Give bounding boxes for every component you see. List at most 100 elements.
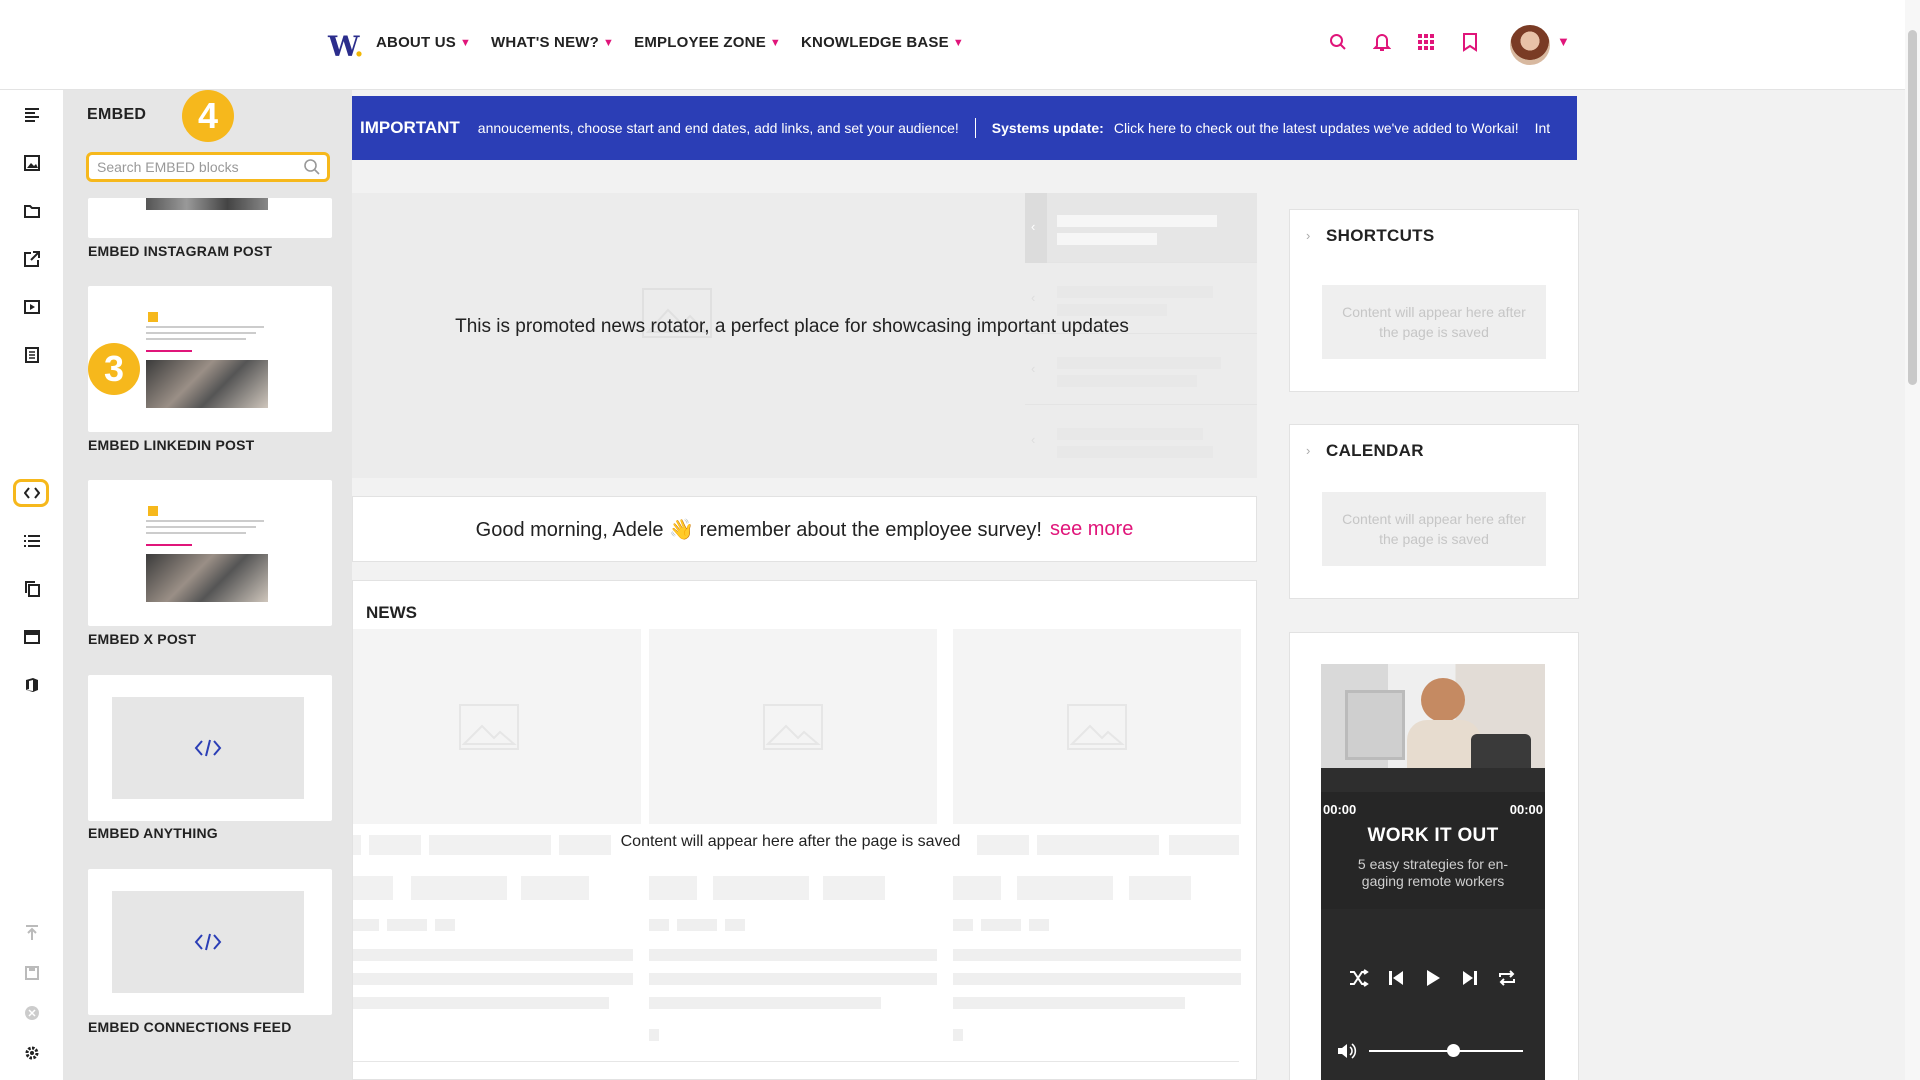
workai-logo[interactable]: W.: [328, 30, 364, 63]
document-list-icon[interactable]: [20, 343, 44, 367]
banner-systems-link[interactable]: Click here to check out the latest updat…: [1114, 120, 1519, 136]
embed-anything-label: EMBED ANYTHING: [88, 825, 218, 841]
step-badge-3: 3: [88, 343, 140, 395]
code-preview: [112, 697, 304, 799]
chevron-down-icon[interactable]: ▼: [1557, 34, 1570, 49]
next-icon[interactable]: [1458, 966, 1482, 990]
image-placeholder-icon: [459, 704, 519, 750]
search-icon[interactable]: [303, 158, 321, 181]
header-actions: [1326, 30, 1482, 54]
volume-slider[interactable]: [1369, 1050, 1523, 1052]
calendar-widget: › CALENDAR Content will appear here afte…: [1289, 424, 1579, 599]
banner-text-more: Int: [1534, 120, 1551, 136]
embed-x-label: EMBED X POST: [88, 631, 197, 647]
banner-divider: [974, 118, 976, 138]
embed-connections-feed-card[interactable]: [88, 869, 332, 1015]
chevron-right-icon[interactable]: ›: [1306, 228, 1310, 243]
paragraph-icon[interactable]: [20, 103, 44, 127]
video-thumbnail[interactable]: [1321, 664, 1545, 792]
top-header: W. ABOUT US ▼ WHAT'S NEW? ▼ EMPLOYEE ZONE ▼…: [0, 0, 1905, 90]
rotator-item[interactable]: ‹: [1025, 193, 1257, 263]
image-placeholder-icon: [763, 704, 823, 750]
chevron-left-icon: ‹: [1031, 432, 1036, 447]
bookmark-icon[interactable]: [1458, 30, 1482, 54]
main-nav: ABOUT US ▼ WHAT'S NEW? ▼ EMPLOYEE ZONE ▼ KN…: [376, 34, 964, 51]
nav-knowledge-base[interactable]: KNOWLEDGE BASE ▼: [801, 34, 964, 51]
avatar[interactable]: [1510, 25, 1550, 65]
rotator-item[interactable]: ‹: [1025, 335, 1257, 405]
calendar-placeholder: Content will appear here after the page …: [1322, 492, 1546, 566]
banner-systems-label: Systems update:: [991, 120, 1104, 136]
player-title: WORK IT OUT: [1367, 825, 1499, 846]
block-category-rail: [0, 90, 64, 1080]
code-icon: [194, 739, 222, 757]
previous-icon[interactable]: [1384, 966, 1408, 990]
chevron-right-icon[interactable]: ›: [1306, 443, 1310, 458]
banner-important: IMPORTANT: [360, 118, 460, 137]
code-preview: [112, 891, 304, 993]
scrollbar-thumb[interactable]: [1908, 30, 1917, 385]
player-controls: [1347, 966, 1519, 990]
nav-about-us[interactable]: ABOUT US ▼: [376, 34, 471, 51]
embed-instagram-label: EMBED INSTAGRAM POST: [88, 243, 273, 259]
news-title: NEWS: [366, 603, 417, 622]
image-icon[interactable]: [20, 151, 44, 175]
panel-title: EMBED: [87, 106, 147, 123]
save-icon[interactable]: [20, 961, 44, 985]
list-icon[interactable]: [20, 529, 44, 553]
search-icon[interactable]: [1326, 30, 1350, 54]
embed-x-card[interactable]: [88, 480, 332, 626]
bell-icon[interactable]: [1370, 30, 1394, 54]
nav-employee-zone[interactable]: EMPLOYEE ZONE ▼: [634, 34, 781, 51]
shuffle-icon[interactable]: [1347, 966, 1371, 990]
step-badge-4: 4: [182, 90, 234, 142]
announcement-banner[interactable]: IMPORTANT annoucements, choose start and…: [352, 96, 1577, 160]
chevron-left-icon: ‹: [1031, 290, 1036, 305]
office-icon[interactable]: [20, 673, 44, 697]
chevron-left-icon: ‹: [1031, 361, 1036, 376]
news-card-placeholder[interactable]: [953, 629, 1241, 824]
media-player: 00:00 00:00 WORK IT OUT 5 easy strategie…: [1321, 664, 1545, 1080]
nav-whats-new[interactable]: WHAT'S NEW? ▼: [491, 34, 614, 51]
embed-anything-card[interactable]: [88, 675, 332, 821]
volume-icon[interactable]: [1337, 1042, 1357, 1065]
time-total: 00:00: [1509, 802, 1543, 817]
embed-connections-feed-label: EMBED CONNECTIONS FEED: [88, 1019, 292, 1035]
banner-text: annoucements, choose start and end dates…: [477, 120, 959, 136]
embed-blocks-panel: EMBED 4 EMBED INSTAGRAM POST 3 EMBED LIN…: [64, 90, 352, 1080]
chevron-down-icon: ▼: [952, 36, 964, 49]
post-preview-image: [146, 198, 268, 210]
close-icon[interactable]: [20, 1001, 44, 1025]
news-empty-message: Content will appear here after the page …: [620, 833, 961, 850]
embed-search-input[interactable]: [95, 155, 295, 179]
rotator-item[interactable]: ‹: [1025, 406, 1257, 476]
copy-icon[interactable]: [20, 577, 44, 601]
post-preview-thumbnail: [146, 308, 268, 408]
external-link-icon[interactable]: [20, 247, 44, 271]
embed-search-field[interactable]: [86, 152, 330, 182]
code-icon: [194, 933, 222, 951]
greeting-block: Good morning, Adele 👋 remember about the…: [352, 496, 1257, 562]
chevron-left-icon: ‹: [1031, 219, 1036, 234]
news-card-placeholder[interactable]: [353, 629, 641, 824]
rotator-caption: This is promoted news rotator, a perfect…: [455, 316, 1129, 337]
greeting-text: Good morning, Adele 👋 remember about the…: [475, 518, 1042, 541]
shortcuts-placeholder: Content will appear here after the page …: [1322, 285, 1546, 359]
apps-grid-icon[interactable]: [1414, 30, 1438, 54]
chevron-down-icon: ▼: [459, 36, 472, 49]
code-icon[interactable]: [20, 481, 44, 505]
post-preview-thumbnail: [146, 502, 268, 602]
video-icon[interactable]: [20, 295, 44, 319]
play-icon[interactable]: [1421, 966, 1445, 990]
repeat-icon[interactable]: [1495, 966, 1519, 990]
window-icon[interactable]: [20, 625, 44, 649]
publish-icon[interactable]: [20, 921, 44, 945]
settings-icon[interactable]: [20, 1041, 44, 1065]
embed-instagram-card[interactable]: [88, 198, 332, 238]
calendar-title: CALENDAR: [1326, 441, 1424, 460]
image-placeholder-icon: [1067, 704, 1127, 750]
see-more-link[interactable]: see more: [1050, 518, 1133, 541]
shortcuts-title: SHORTCUTS: [1326, 226, 1435, 245]
news-card-placeholder[interactable]: [649, 629, 937, 824]
folder-icon[interactable]: [20, 199, 44, 223]
